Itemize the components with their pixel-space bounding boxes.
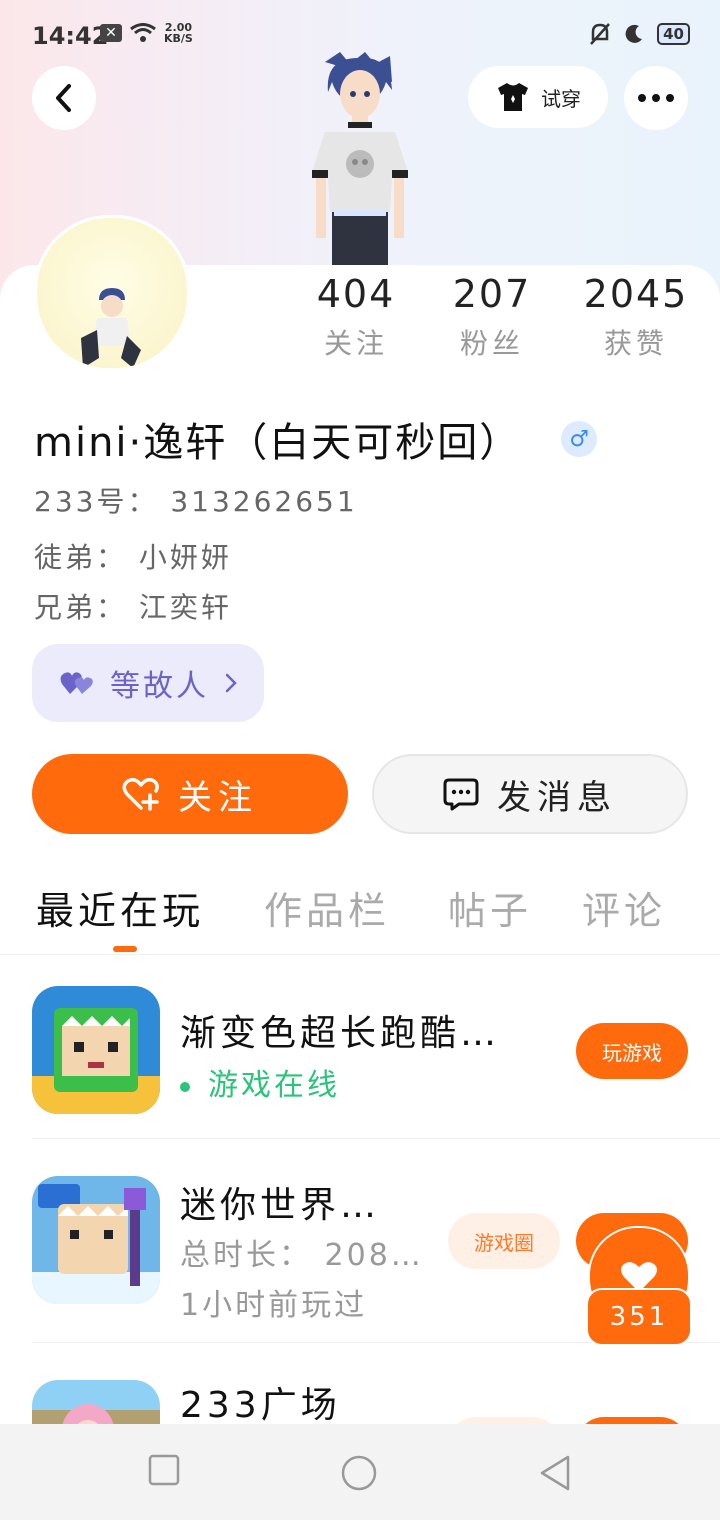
male-gender-icon: ♂ — [561, 421, 598, 457]
like-count: 351 — [586, 1288, 692, 1346]
status-icons-right: 40 — [589, 22, 690, 46]
character-figure — [312, 52, 408, 267]
stat-likes-label: 获赞 — [603, 327, 668, 360]
try-on-label: 试穿 — [541, 86, 581, 111]
tab-recent-play[interactable]: 最近在玩 — [36, 880, 204, 935]
stat-fans-value: 207 — [452, 272, 532, 316]
home-icon[interactable] — [340, 1454, 378, 1492]
network-speed-unit: KB/S — [164, 32, 193, 45]
follow-label: 关注 — [178, 777, 258, 818]
try-on-button[interactable]: 试穿 — [468, 66, 608, 128]
game-title: 迷你世界… — [180, 1185, 381, 1226]
game-icon-mini-world[interactable] — [32, 1176, 160, 1304]
stat-following-label: 关注 — [323, 327, 388, 360]
mute-bell-icon — [590, 23, 611, 45]
stat-likes[interactable]: 2045 获赞 — [566, 272, 706, 362]
stat-following[interactable]: 404 关注 — [286, 272, 426, 362]
content-tabs: 最近在玩 作品栏 帖子 评论 — [0, 880, 720, 952]
tab-comments[interactable]: 评论 — [582, 880, 666, 935]
moon-icon — [625, 24, 643, 43]
active-tab-indicator — [113, 946, 137, 952]
game-cover-image — [32, 986, 160, 1114]
apprentice-info: 徒弟： 小妍妍 — [34, 541, 232, 574]
status-time: 14:42 — [32, 22, 109, 50]
stat-likes-value: 2045 — [583, 272, 689, 316]
stat-following-value: 404 — [316, 272, 396, 316]
more-dots-icon — [638, 94, 674, 102]
back-nav-icon[interactable] — [538, 1454, 572, 1492]
game-total-duration: 总时长： 208… — [180, 1238, 424, 1273]
game-last-played: 1小时前玩过 — [180, 1288, 368, 1323]
game-circle-button[interactable]: 游戏圈 — [448, 1213, 560, 1269]
tabs-divider — [0, 954, 720, 955]
back-button[interactable] — [32, 66, 96, 130]
heart-plus-icon — [122, 777, 159, 811]
sibling-info: 兄弟： 江奕轩 — [34, 591, 232, 624]
send-message-button[interactable]: 发消息 — [372, 754, 688, 834]
battery-indicator: 40 — [657, 23, 690, 45]
username-row: mini·逸轩（白天可秒回） ♂ — [34, 410, 598, 468]
double-heart-icon — [60, 672, 93, 694]
system-nav-bar — [0, 1424, 720, 1520]
game-online-label: 游戏在线 — [208, 1068, 340, 1103]
chat-bubble-icon — [443, 778, 479, 811]
relationship-tag-label: 等故人 — [110, 669, 209, 704]
game-title: 233广场 — [180, 1385, 341, 1426]
tab-posts[interactable]: 帖子 — [448, 880, 532, 935]
tab-works[interactable]: 作品栏 — [264, 880, 390, 935]
chevron-left-icon — [56, 84, 71, 112]
wifi-icon — [130, 23, 156, 42]
stat-fans-label: 粉丝 — [459, 327, 524, 360]
status-icons-left: ✕ 2.00 KB/S — [100, 22, 193, 44]
game-icon-parkour[interactable] — [32, 986, 160, 1114]
follow-button[interactable]: 关注 — [32, 754, 348, 834]
notification-x-icon: ✕ — [100, 24, 122, 42]
username: mini·逸轩（白天可秒回） — [34, 420, 522, 466]
online-dot-icon — [180, 1081, 190, 1092]
send-message-label: 发消息 — [497, 777, 617, 818]
relationship-tag[interactable]: 等故人 — [32, 644, 264, 722]
profile-stats: 404 关注 207 粉丝 2045 获赞 — [0, 272, 720, 372]
stat-fans[interactable]: 207 粉丝 — [422, 272, 562, 362]
play-game-button[interactable]: 玩游戏 — [576, 1023, 688, 1079]
recent-apps-icon[interactable] — [148, 1454, 180, 1486]
more-options-button[interactable] — [624, 66, 688, 130]
game-online-status: 游戏在线 — [180, 1060, 340, 1104]
tshirt-icon — [498, 83, 528, 111]
network-speed: 2.00 KB/S — [164, 22, 193, 44]
game-cover-image — [32, 1176, 160, 1304]
chevron-right-icon — [225, 673, 237, 693]
game-title: 渐变色超长跑酷… — [180, 1013, 501, 1054]
user-id: 233号： 313262651 — [34, 485, 358, 518]
row-divider — [32, 1138, 720, 1139]
